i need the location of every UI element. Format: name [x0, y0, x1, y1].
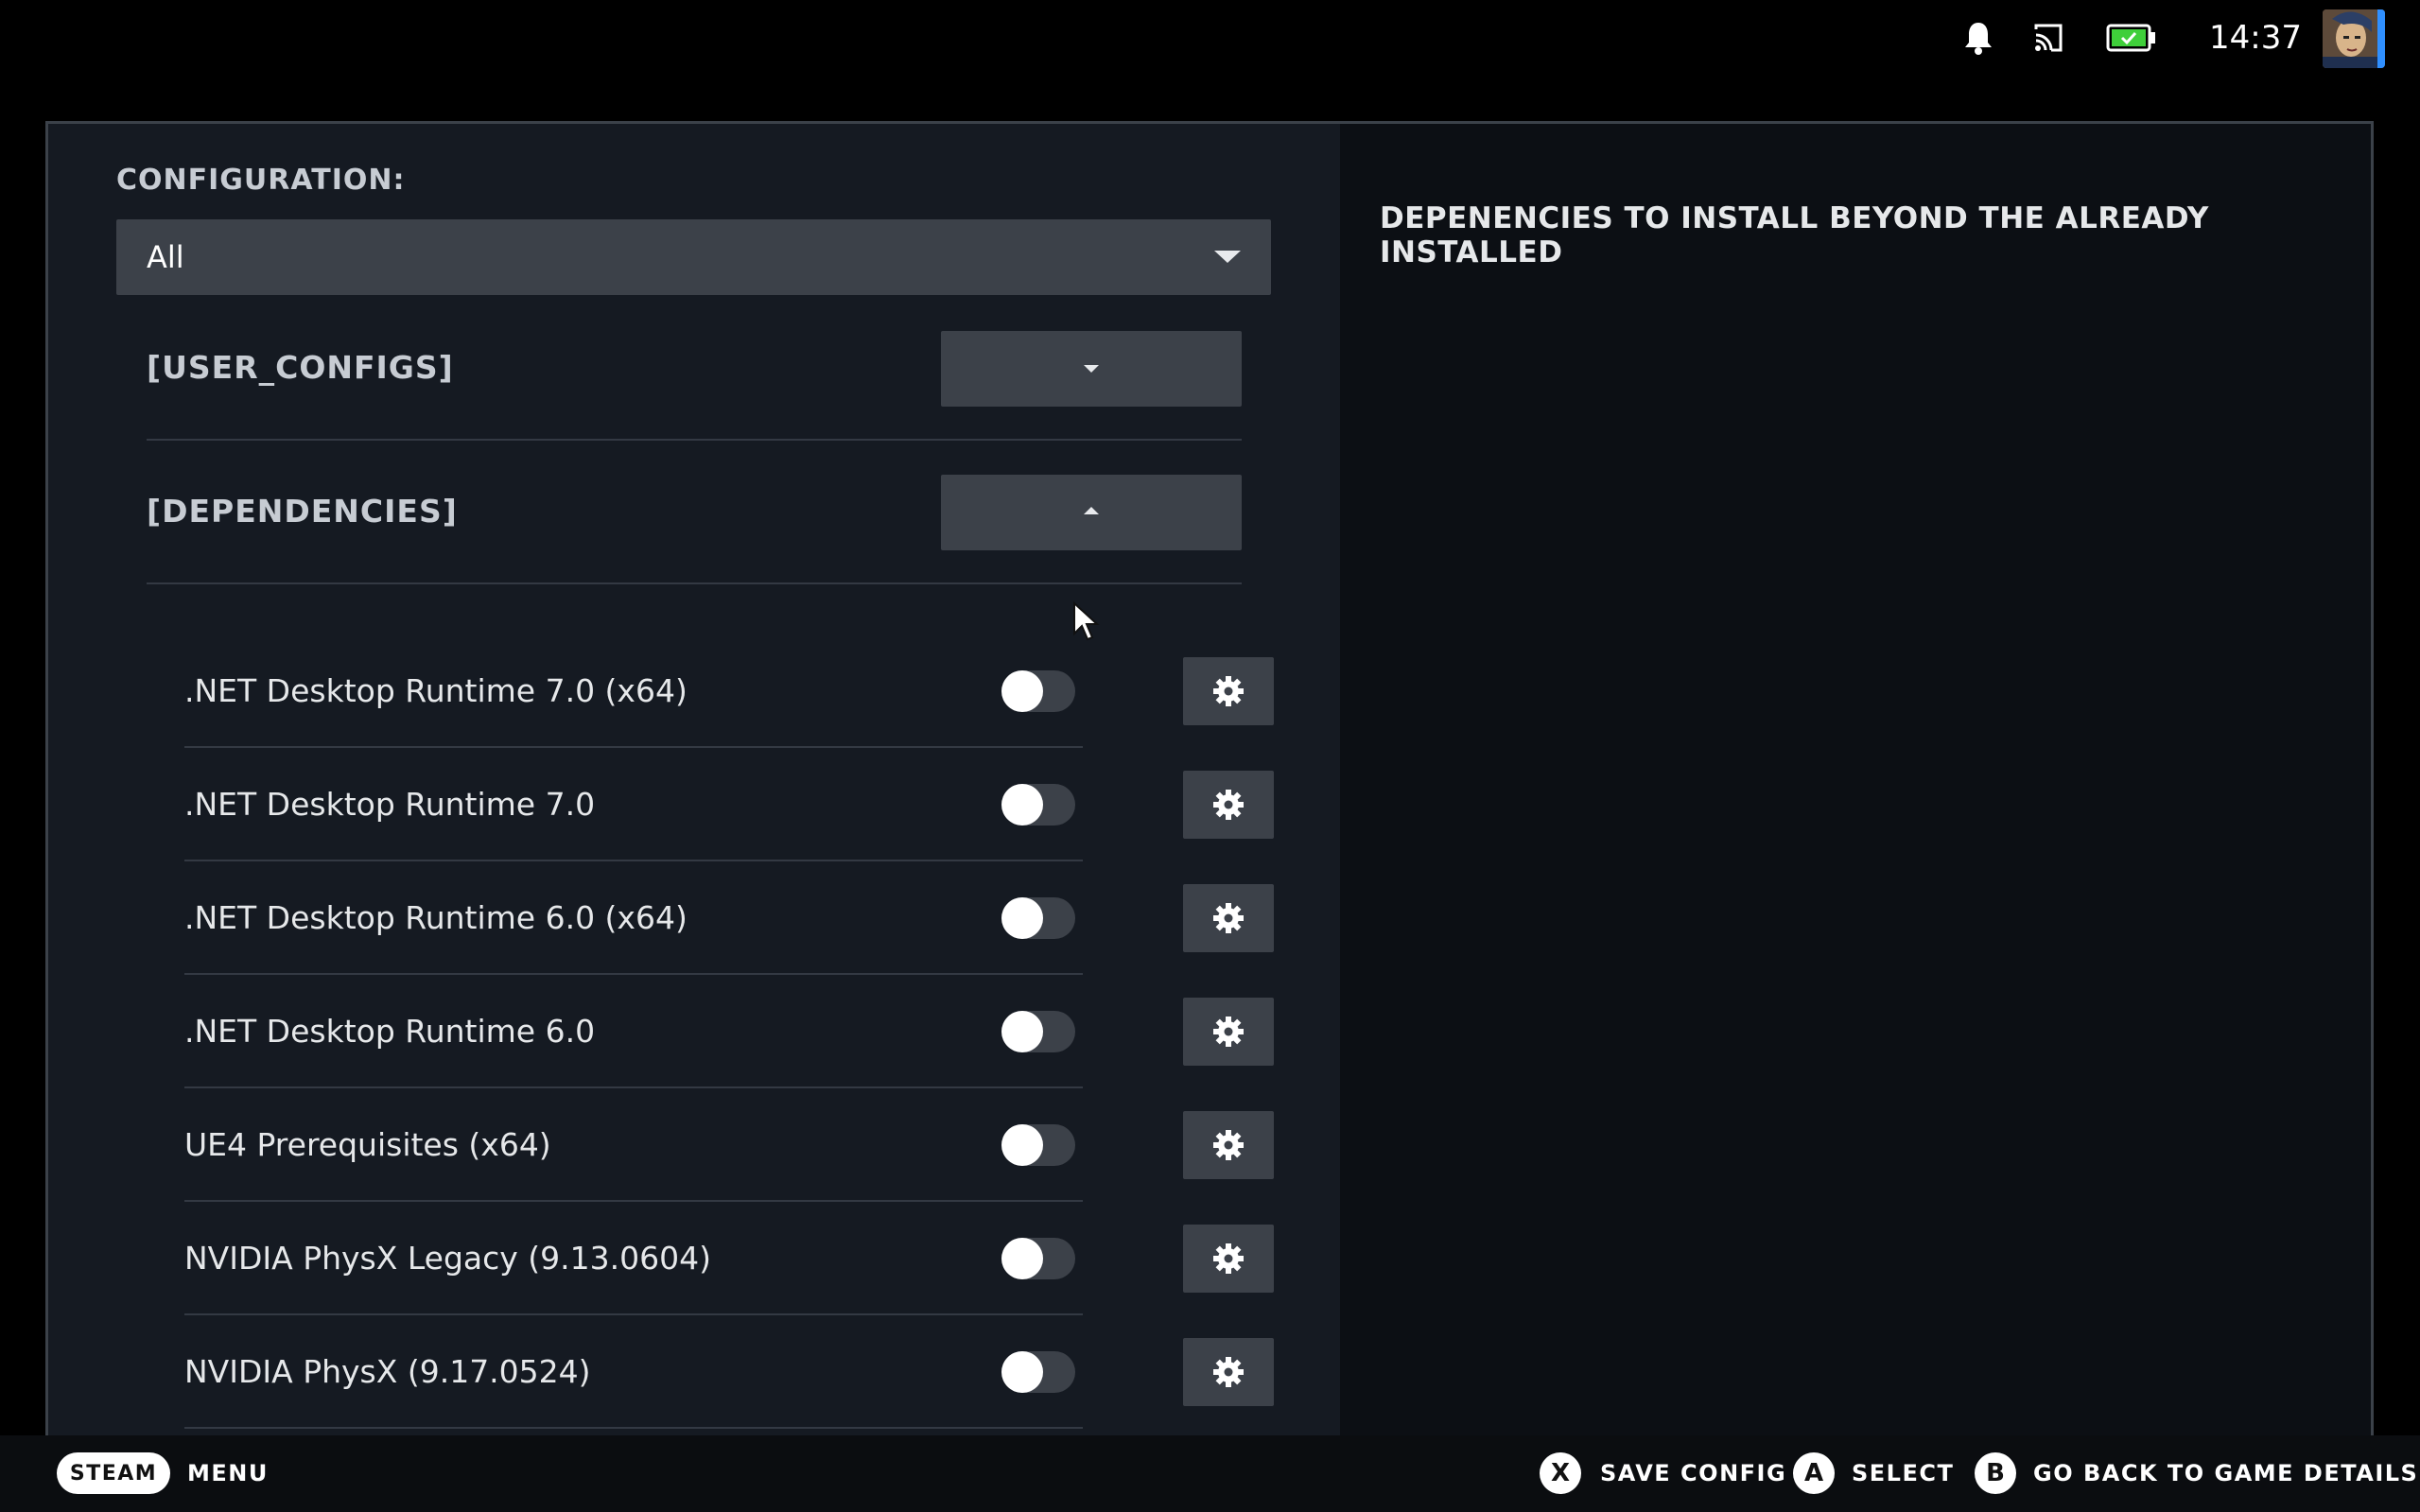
section-dependencies: [DEPENDENCIES]: [147, 441, 1242, 584]
battery-charging-icon[interactable]: [2105, 19, 2158, 57]
x-button-glyph: X: [1540, 1452, 1581, 1494]
dependency-toggle[interactable]: [1001, 1351, 1075, 1393]
dependency-label: .NET Desktop Runtime 6.0: [184, 1012, 596, 1050]
dependency-row: .NET Desktop Runtime 7.0 (x64): [184, 634, 1319, 748]
section-user-configs: [USER_CONFIGS]: [147, 297, 1242, 441]
avatar[interactable]: [2323, 9, 2385, 68]
divider: [184, 1427, 1083, 1429]
dependency-row: NVIDIA PhysX Legacy (9.13.0604): [184, 1202, 1319, 1315]
dependency-toggle[interactable]: [1001, 1011, 1075, 1052]
dependency-label: .NET Desktop Runtime 6.0 (x64): [184, 898, 688, 936]
caret-down-icon: [1084, 365, 1099, 373]
dependency-settings-button[interactable]: [1183, 1225, 1274, 1293]
dependency-toggle[interactable]: [1001, 1124, 1075, 1166]
main-panel: CONFIGURATION: All [USER_CONFIGS] [DEPEN…: [45, 121, 2374, 1435]
gear-icon: [1213, 1357, 1244, 1387]
dependency-row: .NET Desktop Runtime 6.0: [184, 975, 1319, 1088]
dependency-settings-button[interactable]: [1183, 657, 1274, 725]
section-label-user-configs: [USER_CONFIGS]: [147, 348, 454, 386]
right-pane: DEPENENCIES TO INSTALL BEYOND THE ALREAD…: [1340, 124, 2371, 1435]
chevron-down-icon: [1214, 251, 1241, 263]
dependency-toggle[interactable]: [1001, 897, 1075, 939]
gear-icon: [1213, 903, 1244, 933]
dependency-row: .NET Desktop Runtime 6.0 (x64): [184, 861, 1319, 975]
select-action[interactable]: SELECT: [1852, 1452, 1954, 1494]
gear-icon: [1213, 1017, 1244, 1047]
b-button-glyph: B: [1975, 1452, 2016, 1494]
top-status-bar: 14:37: [0, 0, 2420, 76]
dependency-label: UE4 Prerequisites (x64): [184, 1125, 551, 1163]
bottom-button-bar: STEAM MENU X SAVE CONFIG A SELECT B GO B…: [0, 1435, 2420, 1512]
dependency-label: NVIDIA PhysX (9.17.0524): [184, 1352, 591, 1390]
menu-label[interactable]: MENU: [187, 1452, 269, 1494]
clock: 14:37: [2209, 19, 2302, 57]
bell-icon[interactable]: [1958, 19, 1999, 57]
dependency-row: .NET Desktop Runtime 7.0: [184, 748, 1319, 861]
dependency-label: NVIDIA PhysX Legacy (9.13.0604): [184, 1239, 711, 1277]
configuration-dropdown[interactable]: All: [116, 219, 1271, 295]
go-back-action[interactable]: GO BACK TO GAME DETAILS: [2033, 1452, 2418, 1494]
dependency-row: NVIDIA PhysX (9.17.0524): [184, 1315, 1319, 1429]
gear-icon: [1213, 1243, 1244, 1274]
a-button-glyph: A: [1793, 1452, 1835, 1494]
gear-icon: [1213, 1130, 1244, 1160]
dependency-settings-button[interactable]: [1183, 1338, 1274, 1406]
dependency-settings-button[interactable]: [1183, 771, 1274, 839]
dependency-settings-button[interactable]: [1183, 884, 1274, 952]
dependency-toggle[interactable]: [1001, 784, 1075, 826]
gear-icon: [1213, 676, 1244, 706]
expand-user-configs-button[interactable]: [941, 331, 1242, 407]
save-config-action[interactable]: SAVE CONFIG: [1600, 1452, 1786, 1494]
dependencies-info-title: DEPENENCIES TO INSTALL BEYOND THE ALREAD…: [1380, 201, 2209, 269]
gear-icon: [1213, 790, 1244, 820]
steam-button[interactable]: STEAM: [57, 1452, 170, 1494]
dependency-settings-button[interactable]: [1183, 998, 1274, 1066]
dependency-label: .NET Desktop Runtime 7.0: [184, 785, 596, 823]
mouse-cursor-icon: [1073, 601, 1100, 641]
dependency-settings-button[interactable]: [1183, 1111, 1274, 1179]
dependency-toggle[interactable]: [1001, 670, 1075, 712]
left-pane: CONFIGURATION: All [USER_CONFIGS] [DEPEN…: [48, 124, 1340, 1435]
cast-icon[interactable]: [2028, 19, 2069, 57]
configuration-label: CONFIGURATION:: [116, 164, 406, 197]
dependency-toggle[interactable]: [1001, 1238, 1075, 1279]
dependency-row: UE4 Prerequisites (x64): [184, 1088, 1319, 1202]
caret-up-icon: [1084, 507, 1099, 514]
configuration-selected-value: All: [147, 239, 184, 275]
dependency-label: .NET Desktop Runtime 7.0 (x64): [184, 671, 688, 709]
section-label-dependencies: [DEPENDENCIES]: [147, 492, 458, 530]
collapse-dependencies-button[interactable]: [941, 475, 1242, 550]
